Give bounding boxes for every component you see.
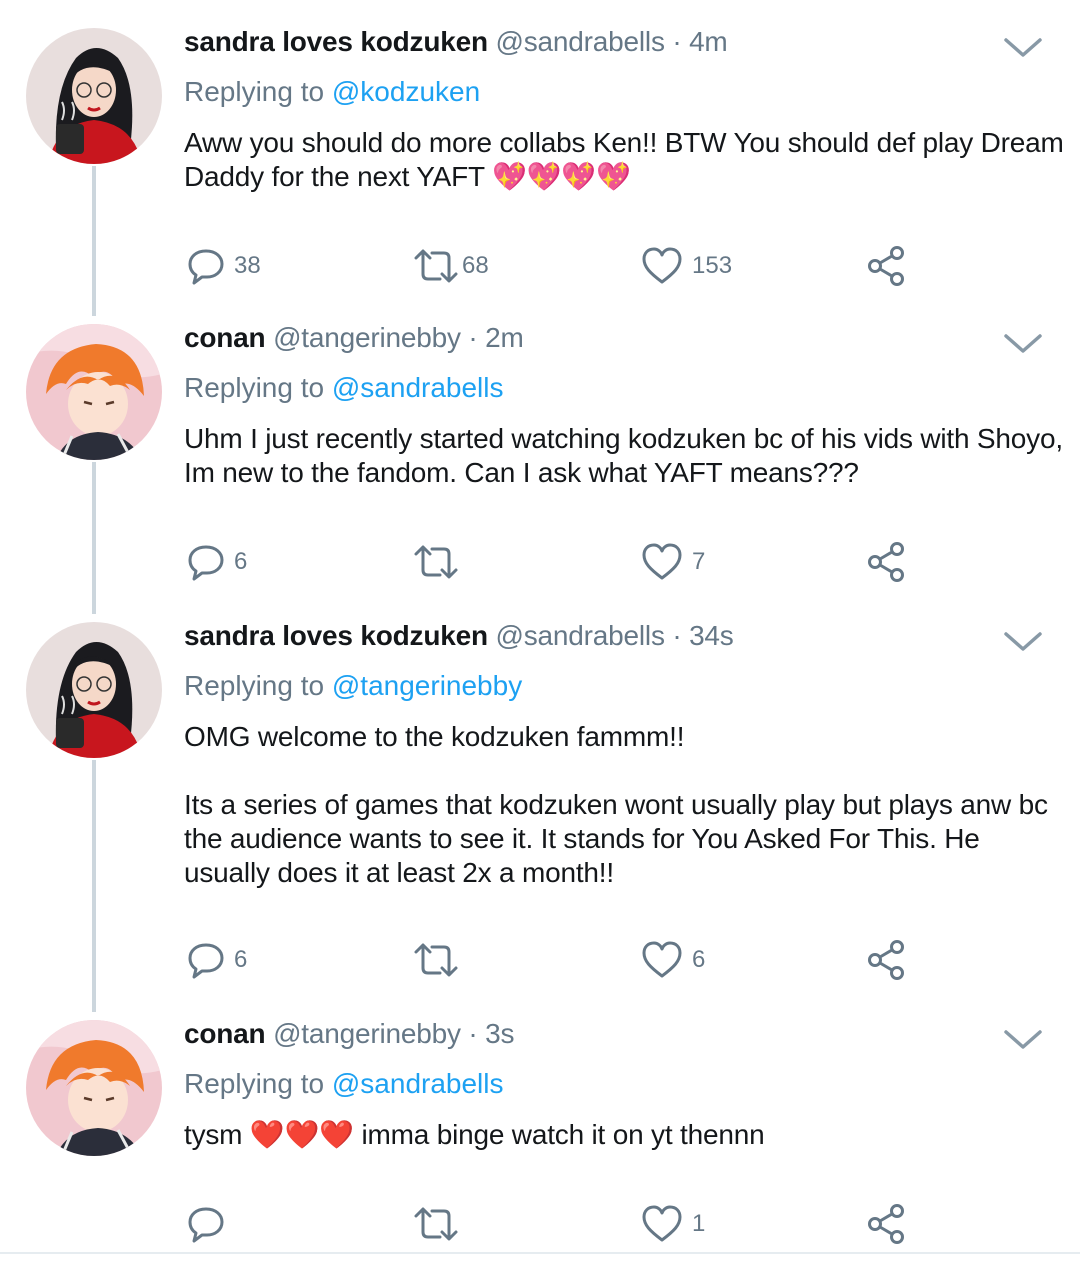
- tweet-header: conan @tangerinebby · 2m: [184, 322, 524, 354]
- tweet-actions: 6 6: [184, 936, 1064, 984]
- reply-icon: [188, 1207, 224, 1243]
- mention-link[interactable]: @kodzuken: [332, 76, 480, 107]
- replying-to: Replying to @sandrabells: [184, 372, 504, 404]
- retweet-button[interactable]: [412, 538, 462, 586]
- share-button[interactable]: [864, 242, 908, 290]
- thread-line: [92, 462, 96, 614]
- retweet-button[interactable]: [412, 1200, 462, 1248]
- mention-link[interactable]: @tangerinebby: [332, 670, 522, 701]
- reply-icon: [188, 249, 224, 285]
- separator-dot: ·: [468, 1018, 478, 1049]
- like-button[interactable]: 7: [640, 538, 705, 586]
- avatar[interactable]: [26, 1020, 162, 1156]
- chevron-down-icon[interactable]: [1002, 1026, 1044, 1052]
- tweet-text-content: tysm: [184, 1119, 243, 1150]
- replying-label: Replying to: [184, 1068, 325, 1099]
- retweet-icon: [414, 545, 458, 579]
- reply-button[interactable]: 6: [186, 936, 247, 984]
- tweet-text-content: imma binge watch it on yt thennn: [361, 1119, 765, 1150]
- chevron-down-icon[interactable]: [1002, 34, 1044, 60]
- heart-icon: [642, 1205, 682, 1242]
- replying-to: Replying to @kodzuken: [184, 76, 480, 108]
- like-button[interactable]: 153: [640, 242, 732, 290]
- tweet-text: OMG welcome to the kodzuken fammm!! Its …: [184, 721, 1048, 888]
- chevron-down-icon[interactable]: [1002, 330, 1044, 356]
- like-count: 7: [692, 548, 706, 575]
- display-name[interactable]: sandra loves kodzuken: [184, 620, 488, 651]
- retweet-icon: [414, 249, 458, 283]
- share-icon: [868, 1204, 904, 1244]
- reply-button[interactable]: [186, 1200, 234, 1248]
- share-button[interactable]: [864, 1200, 908, 1248]
- reply-button[interactable]: 38: [186, 242, 261, 290]
- heart-icon: [642, 941, 682, 978]
- heart-icon: [642, 247, 682, 284]
- chevron-down-icon[interactable]: [1002, 628, 1044, 654]
- replying-label: Replying to: [184, 670, 325, 701]
- timestamp[interactable]: 34s: [689, 620, 734, 651]
- share-button[interactable]: [864, 936, 908, 984]
- divider: [0, 1252, 1080, 1254]
- tweet-text: Uhm I just recently started watching kod…: [184, 423, 1071, 488]
- retweet-button[interactable]: 68: [412, 242, 489, 290]
- replying-to: Replying to @sandrabells: [184, 1068, 504, 1100]
- share-button[interactable]: [864, 538, 908, 586]
- display-name[interactable]: conan: [184, 1018, 266, 1049]
- handle[interactable]: @tangerinebby: [273, 1018, 461, 1049]
- like-button[interactable]: 1: [640, 1200, 705, 1248]
- mention-link[interactable]: @sandrabells: [332, 1068, 504, 1099]
- timestamp[interactable]: 2m: [485, 322, 524, 353]
- like-count: 1: [692, 1210, 706, 1237]
- avatar[interactable]: [26, 622, 162, 758]
- tweet-actions: 1: [184, 1200, 1064, 1248]
- reply-button[interactable]: 6: [186, 538, 247, 586]
- thread-line: [92, 166, 96, 316]
- tweet-actions: 6 7: [184, 538, 1064, 586]
- reply-count: 6: [234, 946, 248, 973]
- tweet-actions: 38 68 153: [184, 242, 1064, 290]
- like-button[interactable]: 6: [640, 936, 705, 984]
- timestamp[interactable]: 4m: [689, 26, 728, 57]
- handle[interactable]: @sandrabells: [496, 620, 665, 651]
- tweet-text: tysm ❤️❤️❤️ imma binge watch it on yt th…: [184, 1118, 1064, 1152]
- separator-dot: ·: [672, 620, 682, 651]
- separator-dot: ·: [468, 322, 478, 353]
- thread-line: [92, 760, 96, 1012]
- red-heart-emoji: ❤️❤️❤️: [249, 1119, 354, 1150]
- display-name[interactable]: conan: [184, 322, 266, 353]
- reply-count: 6: [234, 548, 248, 575]
- like-count: 6: [692, 946, 706, 973]
- avatar[interactable]: [26, 28, 162, 164]
- tweet-header: sandra loves kodzuken @sandrabells · 4m: [184, 26, 728, 58]
- retweet-icon: [414, 943, 458, 977]
- timestamp[interactable]: 3s: [485, 1018, 514, 1049]
- retweet-count: 68: [462, 252, 489, 279]
- replying-to: Replying to @tangerinebby: [184, 670, 522, 702]
- sparkling-heart-emoji: 💖💖💖💖: [492, 161, 631, 192]
- replying-label: Replying to: [184, 372, 325, 403]
- like-count: 153: [692, 252, 733, 279]
- display-name[interactable]: sandra loves kodzuken: [184, 26, 488, 57]
- share-icon: [868, 246, 904, 286]
- reply-icon: [188, 545, 224, 581]
- reply-count: 38: [234, 252, 261, 279]
- retweet-button[interactable]: [412, 936, 462, 984]
- handle[interactable]: @sandrabells: [496, 26, 665, 57]
- reply-icon: [188, 943, 224, 979]
- heart-icon: [642, 543, 682, 580]
- tweet-header: sandra loves kodzuken @sandrabells · 34s: [184, 620, 734, 652]
- share-icon: [868, 542, 904, 582]
- replying-label: Replying to: [184, 76, 325, 107]
- share-icon: [868, 940, 904, 980]
- mention-link[interactable]: @sandrabells: [332, 372, 504, 403]
- retweet-icon: [414, 1207, 458, 1241]
- avatar[interactable]: [26, 324, 162, 460]
- tweet-header: conan @tangerinebby · 3s: [184, 1018, 514, 1050]
- handle[interactable]: @tangerinebby: [273, 322, 461, 353]
- separator-dot: ·: [672, 26, 682, 57]
- tweet-text: Aww you should do more collabs Ken!! BTW…: [184, 126, 1064, 194]
